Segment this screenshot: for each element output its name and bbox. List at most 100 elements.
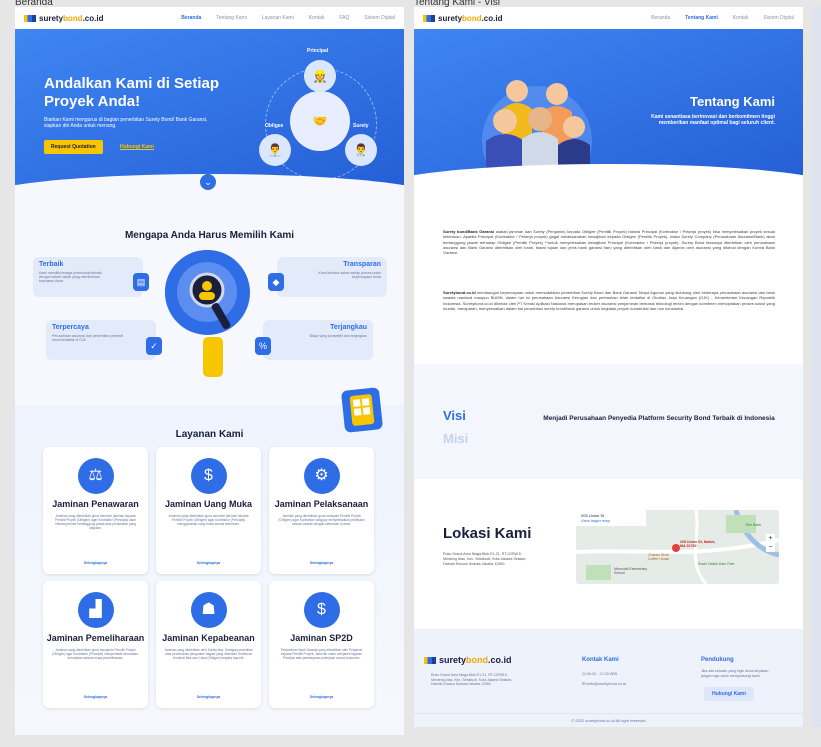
logo[interactable]: surety bond .co.id xyxy=(24,14,103,23)
google-map[interactable]: 205 Union St View larger map 205 Union S… xyxy=(576,510,779,584)
selengkapnya-link[interactable]: Selengkapnya xyxy=(269,695,374,699)
nav-tentang[interactable]: Tentang Kami xyxy=(685,15,718,21)
nav-layanan[interactable]: Layanan Kami xyxy=(262,15,294,21)
logo-mark-icon xyxy=(24,14,36,22)
service-card-pelaksanaan[interactable]: ⚙ Jaminan Pelaksanaan Jaminan yang diterbi… xyxy=(269,447,374,574)
gavel-icon: ⚖ xyxy=(77,458,114,494)
nav-sistem[interactable]: Sistem Digital xyxy=(763,15,794,21)
lokasi-address: Ruko Grand Area Niaga Blok E1-21, RT.12/… xyxy=(443,552,527,566)
service-card-sp2d[interactable]: $ Jaminan SP2D Penjaminan Bank Garansi yan… xyxy=(269,581,374,708)
visi-text: Menjadi Perusahaan Penyedia Platform Sec… xyxy=(543,415,775,422)
home-artboard: surety bond .co.id Beranda Tentang Kami La… xyxy=(15,7,404,735)
map-poi-elm: Elm Bank xyxy=(746,523,761,527)
shield-icon: ✓ xyxy=(146,337,162,355)
scroll-down-icon[interactable]: ⌄ xyxy=(200,174,216,190)
service-card-kepabeanan[interactable]: ☗ Jaminan Kepabeanan Jaminan yang diterbit… xyxy=(156,581,261,708)
map-zoom-control[interactable]: + − xyxy=(766,534,775,552)
visi-misi-section: Visi Misi Menjadi Perusahaan Penyedia Pl… xyxy=(414,364,803,479)
nav-kontak[interactable]: Kontak xyxy=(309,15,325,21)
service-desc: Jaminan yang diterbitkan guna melayani P… xyxy=(278,514,365,526)
about-title: Tentang Kami xyxy=(690,94,775,109)
feature-desc: Perusahaan asuransi dan penerbitan pener… xyxy=(52,334,124,342)
logo[interactable]: surety bond .co.id xyxy=(423,14,502,23)
third-artboard-edge xyxy=(812,7,821,727)
obligee-label: Obligee xyxy=(265,123,284,129)
para-bold: Suretybond.co.id xyxy=(443,290,476,295)
handshake-icon: 🤝 xyxy=(290,91,350,151)
feature-terpercaya: Terpercaya Perusahaan asuransi dan penerb… xyxy=(46,320,156,360)
para-bold: Surety bond/Bank Garansi xyxy=(443,229,495,234)
surety-avatar-icon: 👨‍⚕️ xyxy=(345,134,377,166)
service-title: Jaminan Kepabeanan xyxy=(162,633,255,643)
navbar: surety bond .co.id Beranda Tentang Kami Ko… xyxy=(414,7,803,29)
map-info-card: 205 Union St View larger map xyxy=(576,510,646,526)
nav-kontak[interactable]: Kontak xyxy=(733,15,749,21)
feature-transparan: Transparan Kami terbuka dalam setiap pros… xyxy=(277,257,387,297)
map-view-larger-link[interactable]: View larger map xyxy=(581,518,641,523)
feature-terbaik: Terbaik Kami memiliki tenaga profesional … xyxy=(33,257,143,297)
hand-icon xyxy=(203,337,223,377)
map-poi-dam: South Natick Dam Park xyxy=(698,562,735,566)
logo-text-1: surety xyxy=(39,13,64,23)
feature-desc: Kami memiliki tenaga profesional terbaik… xyxy=(39,271,102,283)
logo-text-1: surety xyxy=(438,13,463,23)
footer-email[interactable]: ✉ hello@suretybond.co.id xyxy=(582,681,626,686)
nav-beranda[interactable]: Beranda xyxy=(651,15,670,21)
logo-text-3: .co.id xyxy=(481,13,503,23)
logo-text-3: .co.id xyxy=(82,13,104,23)
service-desc: Jaminan yang diterbitkan guna memberi ja… xyxy=(55,514,136,530)
footer-logo[interactable]: surety bond .co.id xyxy=(424,655,512,665)
nav-sistem[interactable]: Sistem Digital xyxy=(364,15,395,21)
logo-text-1: surety xyxy=(439,655,467,665)
selengkapnya-link[interactable]: Selengkapnya xyxy=(43,561,148,565)
officer-icon: ☗ xyxy=(190,592,227,628)
money-bag-icon: $ xyxy=(303,592,340,628)
logo-text-3: .co.id xyxy=(488,655,512,665)
service-title: Jaminan Pemeliharaan xyxy=(46,633,145,643)
selengkapnya-link[interactable]: Selengkapnya xyxy=(156,695,261,699)
feature-title: Terpercaya xyxy=(52,324,89,331)
diamond-icon: ◆ xyxy=(268,273,284,291)
service-desc: Jaminan yang diterbitkan oleh Surety Aba… xyxy=(164,648,253,660)
gears-icon: ⚙ xyxy=(303,458,340,494)
service-card-pemeliharaan[interactable]: ▟ Jaminan Pemeliharaan Jaminan yang diterb… xyxy=(43,581,148,708)
feature-title: Transparan xyxy=(343,261,381,268)
money-hand-icon: $ xyxy=(190,458,227,494)
nav-beranda[interactable]: Beranda xyxy=(181,15,201,21)
service-card-uang-muka[interactable]: $ Jaminan Uang Muka Jaminan yang diterbitk… xyxy=(156,447,261,574)
obligee-avatar-icon: 👨‍💼 xyxy=(259,134,291,166)
selengkapnya-link[interactable]: Selengkapnya xyxy=(269,561,374,565)
why-title: Mengapa Anda Harus Memilih Kami xyxy=(124,230,295,241)
discount-icon: % xyxy=(255,337,271,355)
selengkapnya-link[interactable]: Selengkapnya xyxy=(43,695,148,699)
footer-address: Ruko Grand Area Niaga Blok E1-21, RT.12/… xyxy=(431,673,513,687)
service-desc: Penjaminan Bank Garansi yang diterbitkan… xyxy=(280,648,363,660)
service-card-penawaran[interactable]: ⚖ Jaminan Penawaran Jaminan yang diterbitk… xyxy=(43,447,148,574)
map-pin-label: 205 Union St, Natick, MA 01760 xyxy=(680,540,716,548)
tab-misi[interactable]: Misi xyxy=(443,431,468,446)
about-hero: Tentang Kami Kami senantiasa berinovasi … xyxy=(414,29,803,214)
hero-desc: Biarkan Kami mengurus di bagian penerbit… xyxy=(44,117,208,129)
service-desc: Jaminan yang diterbitkan guna memberi ja… xyxy=(168,514,249,526)
team-people-illustration xyxy=(472,69,602,199)
hubungi-kami-link[interactable]: Hubungi Kami xyxy=(120,144,154,150)
service-title: Jaminan SP2D xyxy=(290,633,353,643)
feature-desc: Kami terbuka dalam setiap proses untuk k… xyxy=(318,271,381,279)
lokasi-title: Lokasi Kami xyxy=(443,525,532,542)
about-paragraph-1: Surety bond/Bank Garansi adalah jaminan … xyxy=(443,229,775,255)
logo-text-2: bond xyxy=(466,655,489,665)
nav-tentang[interactable]: Tentang Kami xyxy=(216,15,247,21)
tab-visi[interactable]: Visi xyxy=(443,408,466,423)
nav-faq[interactable]: FAQ xyxy=(339,15,349,21)
para-text: membangun kepercayaan untuk memudahkan p… xyxy=(443,290,775,311)
footer-hubungi-button[interactable]: Hubungi Kami xyxy=(704,687,754,701)
service-title: Jaminan Penawaran xyxy=(52,499,139,509)
copyright: © 2022 suretybond.co.id All right reserv… xyxy=(414,713,803,727)
hours-text: 08.00 - 17.00 WIB xyxy=(586,672,617,676)
selengkapnya-link[interactable]: Selengkapnya xyxy=(156,561,261,565)
surety-label: Surety xyxy=(353,123,369,129)
nav-links: Beranda Tentang Kami Kontak Sistem Digit… xyxy=(651,15,794,21)
request-quotation-button[interactable]: Request Quotation xyxy=(44,140,103,154)
map-poi-school: Memorial Elementary School xyxy=(614,567,648,575)
footer-support-desc: Jika ada sesuatu yang ingin Anda tanyaka… xyxy=(701,669,770,678)
